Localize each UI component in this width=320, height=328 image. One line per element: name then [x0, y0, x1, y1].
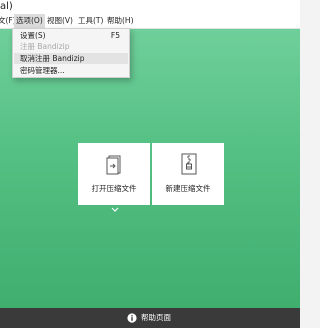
- menu-item-settings-shortcut: F5: [110, 31, 120, 40]
- open-archive-icon: [106, 155, 121, 175]
- options-dropdown-menu: 设置(S) F5 注册 Bandizip 取消注册 Bandizip 密码管理器…: [12, 28, 130, 78]
- window-title-bar: al): [0, 0, 300, 14]
- open-archive-label: 打开压缩文件: [91, 184, 137, 193]
- chevron-down-icon[interactable]: [110, 206, 120, 214]
- new-archive-button[interactable]: 新建压缩文件: [152, 143, 224, 205]
- window-title: al): [0, 1, 13, 12]
- menu-options[interactable]: 选项(O): [14, 14, 45, 28]
- help-page-link[interactable]: 帮助页面: [141, 308, 171, 328]
- new-archive-icon: [181, 153, 197, 175]
- menu-bar: 文(F) 选项(O) 视图(V) 工具(T) 帮助(H): [0, 14, 300, 29]
- menu-item-password-manager-label: 密码管理器...: [20, 66, 65, 75]
- menu-item-register-label: 注册 Bandizip: [20, 42, 70, 51]
- open-archive-button[interactable]: 打开压缩文件: [78, 143, 150, 205]
- menu-view[interactable]: 视图(V): [45, 14, 75, 28]
- menu-help[interactable]: 帮助(H): [105, 14, 136, 28]
- menu-item-settings-label: 设置(S): [20, 31, 46, 40]
- menu-item-unregister-label: 取消注册 Bandizip: [20, 54, 85, 63]
- menu-item-password-manager[interactable]: 密码管理器...: [14, 65, 128, 76]
- footer-bar: 帮助页面: [0, 308, 300, 328]
- menu-item-unregister[interactable]: 取消注册 Bandizip: [14, 53, 128, 64]
- info-icon[interactable]: [127, 313, 137, 323]
- menu-item-settings[interactable]: 设置(S) F5: [14, 30, 128, 41]
- new-archive-label: 新建压缩文件: [165, 184, 211, 193]
- menu-tools[interactable]: 工具(T): [76, 14, 105, 28]
- menu-item-register: 注册 Bandizip: [14, 41, 128, 52]
